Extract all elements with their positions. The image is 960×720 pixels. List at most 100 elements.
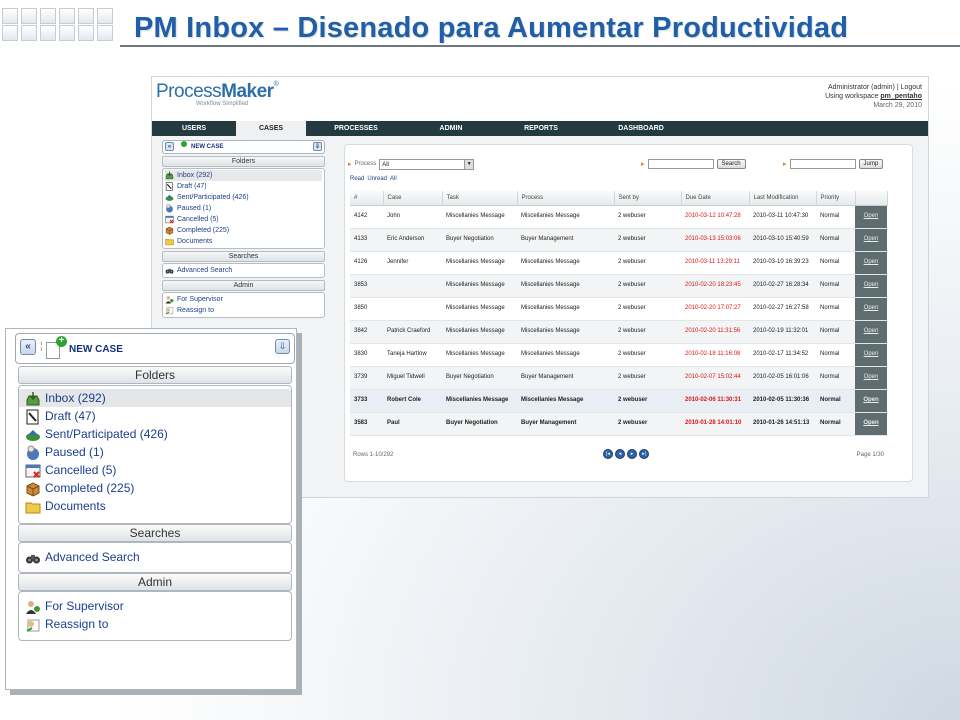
admin-item[interactable]: For Supervisor — [165, 294, 322, 305]
filter-unread-link[interactable]: Unread — [367, 176, 387, 182]
cell-process: Miscellanies Message — [517, 343, 614, 367]
next-page-icon[interactable]: ▸ — [627, 449, 637, 459]
folder-item[interactable]: Inbox (292) — [165, 170, 322, 181]
jump-button[interactable]: Jump — [858, 159, 884, 169]
new-case-link-small[interactable]: NEW CASE — [191, 144, 223, 150]
chevron-down-icon: ▼ — [464, 159, 474, 169]
column-header[interactable]: Task — [442, 191, 518, 206]
folder-item[interactable]: Documents — [19, 497, 291, 515]
table-row[interactable]: 3583 Paul Buyer Negotiation Buyer Managemen… — [350, 412, 887, 436]
nav-tab-cases[interactable]: CASES — [236, 121, 306, 136]
cell-action[interactable]: Open — [855, 274, 887, 298]
folder-item[interactable]: Completed (225) — [19, 479, 291, 497]
filter-all-link[interactable]: All — [390, 176, 397, 182]
folder-item[interactable]: Sent/Participated (426) — [165, 192, 322, 203]
table-row[interactable]: 3739 Miguel Tidwell Buyer Negotiation Buyer… — [350, 366, 887, 390]
folder-item[interactable]: Draft (47) — [165, 181, 322, 192]
nav-tab-processes[interactable]: PROCESSES — [306, 121, 406, 136]
column-header[interactable]: Sent by — [614, 191, 682, 206]
folder-item[interactable]: Paused (1) — [165, 203, 322, 214]
table-row[interactable]: 4142 John Miscellanies Message Miscellanies… — [350, 205, 887, 229]
column-header[interactable]: Priority — [816, 191, 856, 206]
nav-tab-admin[interactable]: ADMIN — [406, 121, 496, 136]
decorative-tile — [2, 8, 18, 24]
new-case-link[interactable]: NEW CASE — [69, 344, 123, 355]
cell-sent-by: 2 webuser — [614, 297, 681, 321]
workspace-name[interactable]: pm_pentaho — [880, 93, 922, 100]
filter-read-link[interactable]: Read — [350, 176, 364, 182]
folder-item[interactable]: Paused (1) — [19, 443, 291, 461]
table-row[interactable]: 3853 Miscellanies Message Miscellanies Mes… — [350, 274, 887, 298]
folder-item-label: Documents — [177, 238, 213, 245]
cell-action[interactable]: Open — [855, 251, 887, 275]
column-header[interactable]: Process — [517, 191, 615, 206]
nav-tab-users[interactable]: USERS — [152, 121, 236, 136]
cell-sent-by: 2 webuser — [614, 389, 681, 413]
first-page-icon[interactable]: |◂ — [603, 449, 613, 459]
cell-action[interactable]: Open — [855, 205, 887, 229]
cell-case: Robert Cole — [383, 389, 442, 413]
cell-task: Miscellanies Message — [442, 251, 517, 275]
cell-action[interactable]: Open — [855, 297, 887, 321]
column-header[interactable]: # — [350, 191, 384, 206]
folder-item[interactable]: Inbox (292) — [19, 389, 291, 407]
cell-action[interactable]: Open — [855, 389, 887, 413]
searches-header-small: Searches — [162, 251, 325, 262]
user-info: Administrator (admin) | Logout Using wor… — [825, 83, 922, 110]
folder-item-label: Draft (47) — [177, 183, 207, 190]
cell-action[interactable]: Open — [855, 412, 887, 436]
folder-item[interactable]: Documents — [165, 236, 322, 247]
cell-process: Miscellanies Message — [517, 251, 614, 275]
cell-process: Miscellanies Message — [517, 297, 614, 321]
search-button[interactable]: Search — [716, 159, 746, 169]
cases-table: # Case Task Process Sent by Due Date Last Modi… — [350, 191, 888, 436]
user-line[interactable]: Administrator (admin) | Logout — [825, 83, 922, 92]
pin-icon[interactable]: ⇩ — [313, 142, 322, 151]
table-row[interactable]: 3733 Robert Cole Miscellanies Message Misce… — [350, 389, 887, 413]
decorative-tile — [59, 8, 75, 24]
table-row[interactable]: 3842 Patrick Craeford Miscellanies Message… — [350, 320, 887, 344]
table-row[interactable]: 4133 Eric Anderson Buyer Negotiation Buyer … — [350, 228, 887, 252]
pin-sidebar-icon[interactable]: ⇩ — [275, 339, 290, 354]
search-item[interactable]: Advanced Search — [19, 548, 291, 566]
folder-item-label: Sent/Participated (426) — [177, 194, 249, 201]
jump-input[interactable] — [789, 159, 856, 169]
search-item[interactable]: Advanced Search — [165, 265, 322, 276]
cell-num: 4126 — [350, 251, 383, 275]
folder-item[interactable]: Draft (47) — [19, 407, 291, 425]
folder-item[interactable]: Cancelled (5) — [165, 214, 322, 225]
table-row[interactable]: 3850 Miscellanies Message Miscellanies Mes… — [350, 297, 887, 321]
table-row[interactable]: 4126 Jennifer Miscellanies Message Miscella… — [350, 251, 887, 275]
cell-case — [383, 274, 442, 298]
logo-text-light: Process — [156, 81, 222, 102]
admin-item[interactable]: Reassign to — [19, 615, 291, 633]
folder-item-label: Cancelled (5) — [45, 463, 117, 477]
admin-item[interactable]: Reassign to — [165, 305, 322, 316]
cell-action[interactable]: Open — [855, 228, 887, 252]
prev-page-icon[interactable]: ◂ — [615, 449, 625, 459]
cell-action[interactable]: Open — [855, 320, 887, 344]
cell-process: Buyer Management — [517, 412, 614, 436]
folder-item-label: Completed (225) — [177, 227, 230, 234]
column-header[interactable]: Last Modification — [749, 191, 817, 206]
table-row[interactable]: 3830 Taneja Hartlow Miscellanies Message Mi… — [350, 343, 887, 367]
process-select[interactable]: All ▼ — [379, 158, 475, 170]
column-header[interactable]: Case — [383, 191, 443, 206]
collapse-icon[interactable]: « — [165, 142, 174, 151]
nav-tab-reports[interactable]: REPORTS — [496, 121, 586, 136]
column-header[interactable]: Due Date — [681, 191, 750, 206]
cell-action[interactable]: Open — [855, 366, 887, 390]
folder-item[interactable]: Sent/Participated (426) — [19, 425, 291, 443]
column-header[interactable] — [855, 191, 888, 206]
cell-action[interactable]: Open — [855, 343, 887, 367]
folder-item[interactable]: Cancelled (5) — [19, 461, 291, 479]
nav-tab-dashboard[interactable]: DASHBOARD — [586, 121, 696, 136]
collapse-sidebar-icon[interactable]: « — [20, 339, 36, 355]
last-page-icon[interactable]: ▸| — [639, 449, 649, 459]
pagination-bar: Rows 1-10/292 |◂ ◂ ▸ ▸| Page 1/30 — [345, 449, 914, 463]
search-input[interactable] — [647, 159, 714, 169]
admin-item[interactable]: For Supervisor — [19, 597, 291, 615]
folder-item[interactable]: Completed (225) — [165, 225, 322, 236]
cell-task: Miscellanies Message — [442, 343, 517, 367]
supervisor-icon — [25, 599, 41, 614]
